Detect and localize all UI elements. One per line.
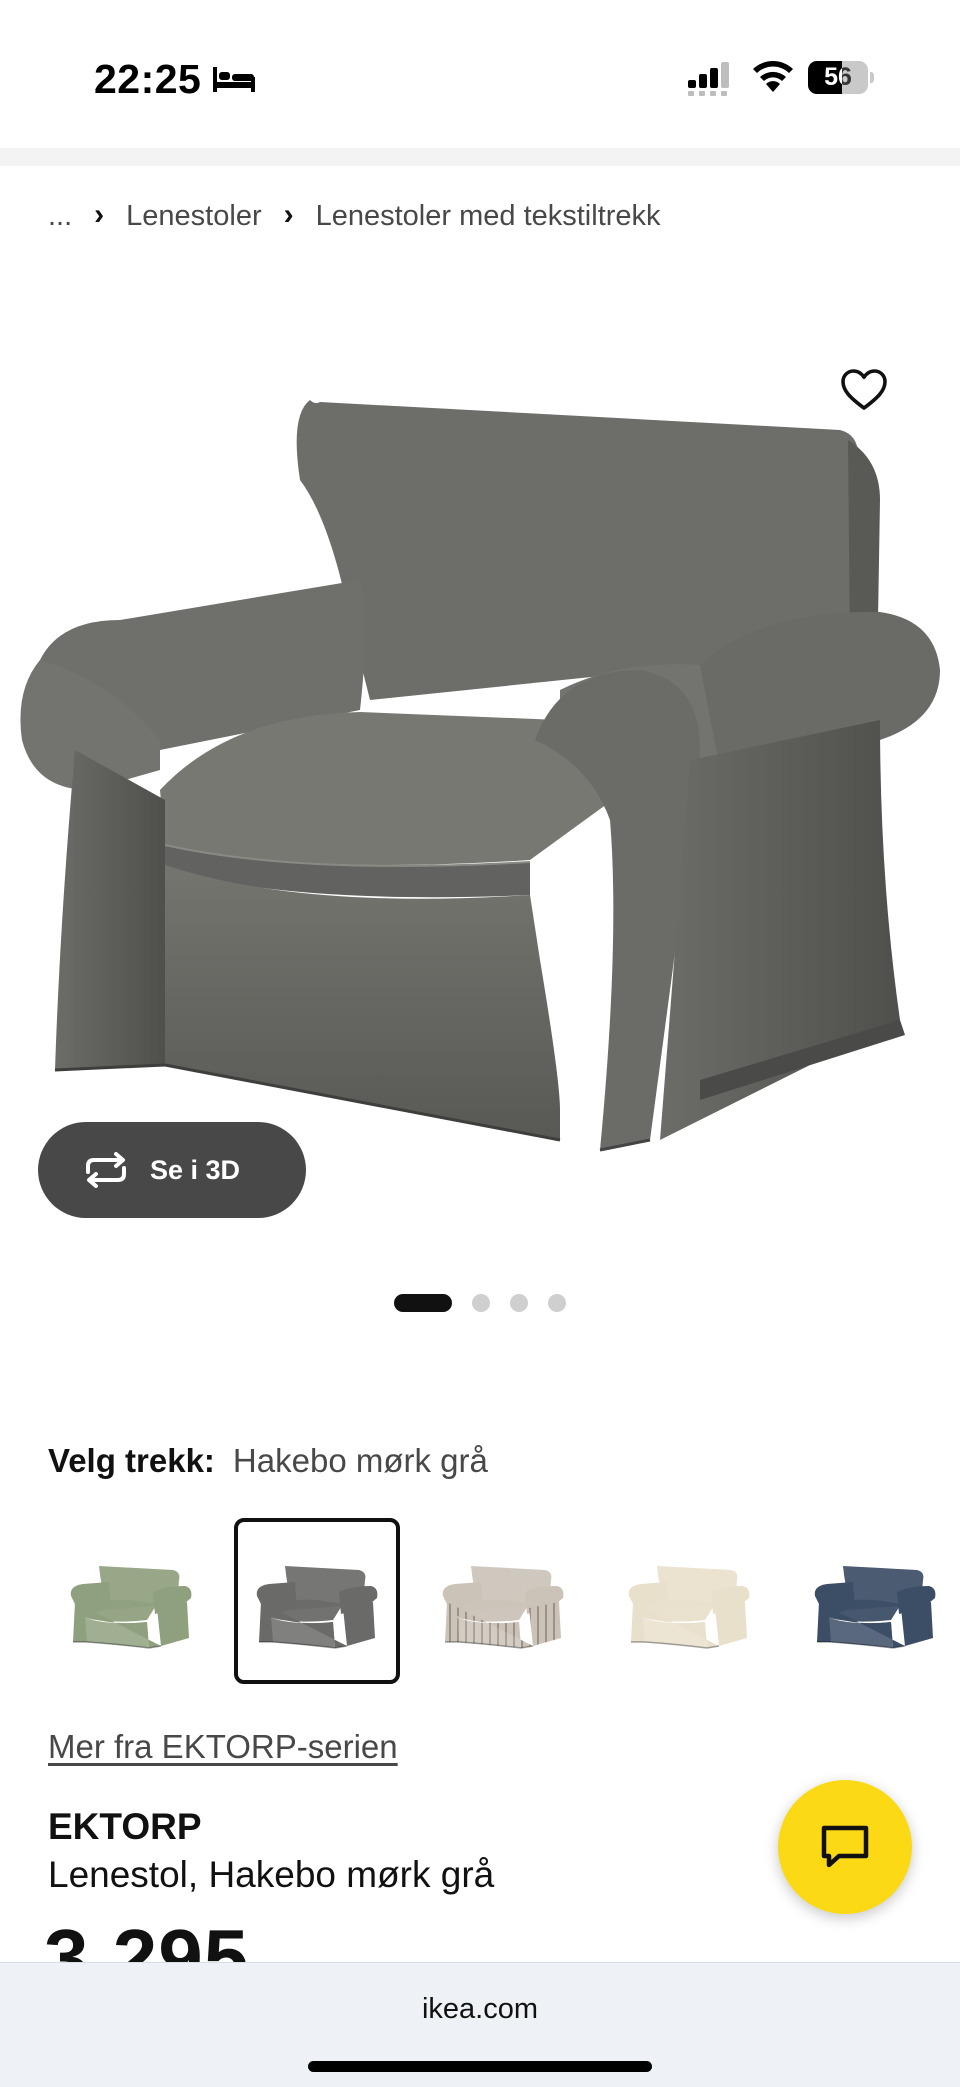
url-text[interactable]: ikea.com	[0, 1993, 960, 2026]
product-description: Lenestol, Hakebo mørk grå	[48, 1854, 495, 1895]
swatch-green[interactable]	[48, 1518, 214, 1684]
status-time: 22:25	[94, 56, 202, 102]
variant-label: Velg trekk:	[48, 1442, 215, 1479]
variant-heading: Velg trekk: Hakebo mørk grå	[48, 1442, 488, 1480]
series-link[interactable]: Mer fra EKTORP-serien	[48, 1728, 398, 1766]
armchair-thumbnail-icon	[814, 1566, 936, 1649]
carousel-dot-3[interactable]	[510, 1294, 528, 1312]
chevron-right-icon: ›	[94, 198, 105, 231]
breadcrumb-ellipsis[interactable]: ...	[48, 200, 72, 233]
chat-icon	[821, 1825, 869, 1868]
wifi-icon	[753, 61, 793, 92]
chat-button[interactable]	[778, 1780, 912, 1914]
cellular-signal-icon	[688, 62, 729, 96]
variant-swatches	[48, 1518, 960, 1684]
header-divider	[0, 148, 960, 166]
armchair-thumbnail-icon	[628, 1566, 750, 1649]
breadcrumb-item-lenestoler[interactable]: Lenestoler	[126, 200, 261, 233]
rotate-icon	[86, 1152, 126, 1188]
battery-level: 56	[824, 63, 852, 91]
swatch-striped-beige[interactable]	[420, 1518, 586, 1684]
product-name: EKTORP	[48, 1806, 202, 1847]
breadcrumb-item-lenestoler-med-tekstiltrekk[interactable]: Lenestoler med tekstiltrekk	[316, 200, 661, 233]
chevron-right-icon: ›	[283, 198, 294, 231]
carousel-indicator	[394, 1292, 586, 1314]
heart-icon	[841, 369, 887, 410]
favorite-button[interactable]	[836, 362, 892, 418]
view-in-3d-button[interactable]: Se i 3D	[38, 1122, 306, 1218]
carousel-dot-2[interactable]	[472, 1294, 490, 1312]
browser-address-bar[interactable]: ikea.com	[0, 1962, 960, 2087]
swatch-dark-grey[interactable]	[234, 1518, 400, 1684]
armchair-thumbnail-icon	[442, 1566, 564, 1649]
armchair-thumbnail-icon	[256, 1566, 378, 1649]
armchair-image	[20, 400, 940, 1152]
variant-selected-value: Hakebo mørk grå	[232, 1442, 488, 1479]
swatch-cream[interactable]	[606, 1518, 772, 1684]
product-image[interactable]	[0, 320, 960, 1260]
battery-icon: 56	[808, 61, 874, 94]
swatch-dark-blue[interactable]	[792, 1518, 958, 1684]
home-indicator	[308, 2061, 652, 2072]
bed-icon	[213, 67, 255, 92]
status-bar: 22:25 56	[0, 0, 960, 148]
breadcrumb: ... › Lenestoler › Lenestoler med teksti…	[48, 196, 661, 236]
armchair-thumbnail-icon	[70, 1566, 192, 1649]
view-in-3d-label: Se i 3D	[150, 1154, 241, 1185]
carousel-dot-1[interactable]	[394, 1294, 452, 1312]
carousel-dot-4[interactable]	[548, 1294, 566, 1312]
